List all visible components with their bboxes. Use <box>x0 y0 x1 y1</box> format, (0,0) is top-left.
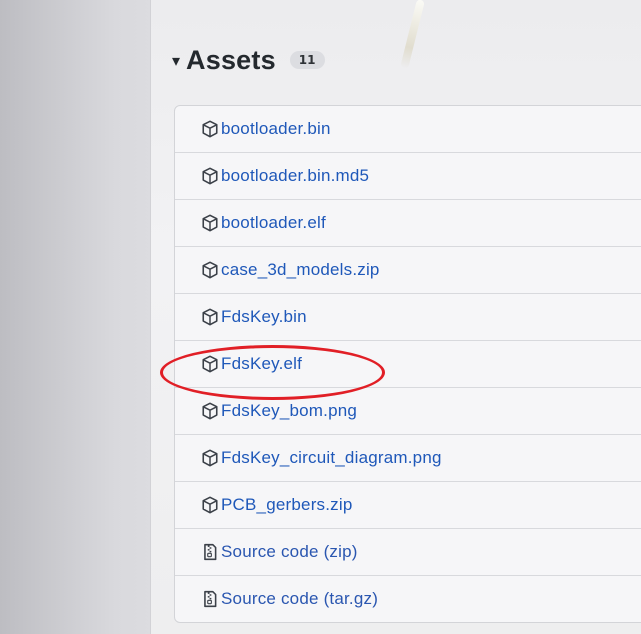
asset-row-case-3d-models-zip[interactable]: case_3d_models.zip <box>175 247 641 294</box>
asset-row-bootloader-bin-md5[interactable]: bootloader.bin.md5 <box>175 153 641 200</box>
file-zip-icon <box>204 590 217 608</box>
package-icon <box>202 214 218 232</box>
asset-link[interactable]: Source code (zip) <box>221 542 358 562</box>
asset-row-source-code-tar-gz[interactable]: Source code (tar.gz) <box>175 576 641 622</box>
asset-link[interactable]: case_3d_models.zip <box>221 260 380 280</box>
assets-list: bootloader.bin bootloader.bin.md5 bootlo… <box>174 105 641 623</box>
asset-link[interactable]: bootloader.elf <box>221 213 326 233</box>
file-zip-icon <box>204 543 217 561</box>
triangle-down-icon[interactable]: ▾ <box>172 51 180 70</box>
asset-link[interactable]: PCB_gerbers.zip <box>221 495 353 515</box>
package-icon <box>202 355 218 373</box>
asset-link[interactable]: FdsKey_circuit_diagram.png <box>221 448 442 468</box>
asset-row-fdskey-circuit-diagram-png[interactable]: FdsKey_circuit_diagram.png <box>175 435 641 482</box>
asset-row-fdskey-elf[interactable]: FdsKey.elf <box>175 341 641 388</box>
package-icon <box>202 261 218 279</box>
asset-row-bootloader-bin[interactable]: bootloader.bin <box>175 106 641 153</box>
photo-frame: ▾ Assets 11 bootloader.bin bootloader.bi… <box>0 0 641 634</box>
assets-title: Assets <box>186 44 276 75</box>
asset-link[interactable]: FdsKey.bin <box>221 307 307 327</box>
asset-row-bootloader-elf[interactable]: bootloader.elf <box>175 200 641 247</box>
asset-link[interactable]: FdsKey_bom.png <box>221 401 357 421</box>
asset-link[interactable]: bootloader.bin.md5 <box>221 166 369 186</box>
package-icon <box>202 120 218 138</box>
package-icon <box>202 402 218 420</box>
asset-row-source-code-zip[interactable]: Source code (zip) <box>175 529 641 576</box>
asset-link[interactable]: bootloader.bin <box>221 119 331 139</box>
assets-count-badge: 11 <box>289 51 325 69</box>
asset-link[interactable]: Source code (tar.gz) <box>221 589 378 609</box>
assets-header[interactable]: ▾ Assets 11 <box>172 40 325 80</box>
package-icon <box>202 449 218 467</box>
asset-row-fdskey-bom-png[interactable]: FdsKey_bom.png <box>175 388 641 435</box>
package-icon <box>202 167 218 185</box>
asset-row-pcb-gerbers-zip[interactable]: PCB_gerbers.zip <box>175 482 641 529</box>
asset-link[interactable]: FdsKey.elf <box>221 354 302 374</box>
package-icon <box>202 308 218 326</box>
asset-row-fdskey-bin[interactable]: FdsKey.bin <box>175 294 641 341</box>
package-icon <box>202 496 218 514</box>
